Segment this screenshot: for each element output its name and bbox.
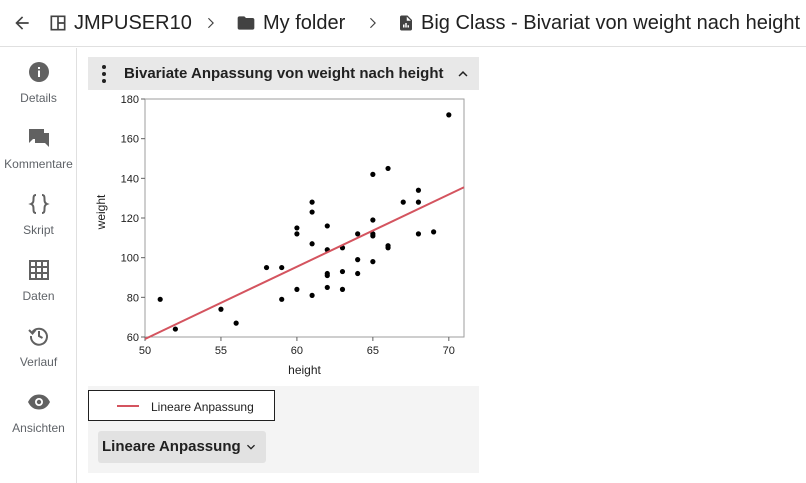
data-point (370, 217, 376, 223)
x-tick-label: 70 (443, 345, 455, 357)
breadcrumb-item-folder[interactable]: My folder (235, 9, 345, 37)
data-point (309, 199, 315, 205)
data-point (431, 229, 437, 235)
data-point (355, 231, 361, 237)
data-point (279, 296, 285, 302)
data-point (157, 296, 163, 302)
data-point (355, 257, 361, 263)
data-point (370, 171, 376, 177)
data-point (415, 199, 422, 205)
y-tick-label: 100 (121, 253, 139, 265)
history-icon (26, 323, 52, 349)
plot-frame (144, 98, 465, 338)
scatter-chart: 60 80 100 120 140 160 180 50 55 60 65 70 height we… (94, 94, 465, 377)
breadcrumb-label: My folder (263, 11, 346, 34)
data-point (294, 225, 300, 231)
data-point (385, 243, 391, 249)
x-axis-label: height (288, 363, 321, 377)
y-tick-label: 160 (121, 134, 139, 146)
sidebar-item-views[interactable]: Ansichten (0, 389, 77, 449)
sidebar: Details Kommentare Skript Daten Verlauf … (0, 48, 77, 483)
data-point (309, 292, 315, 298)
more-vert-icon[interactable] (98, 64, 110, 84)
data-point (324, 270, 330, 277)
panel-header: Bivariate Anpassung von weight nach heig… (88, 57, 479, 90)
data-point (400, 199, 406, 205)
info-icon (26, 59, 52, 85)
sidebar-item-label: Details (20, 91, 57, 105)
data-point (309, 241, 315, 247)
y-tick-label: 180 (121, 94, 139, 106)
y-tick-label: 80 (127, 292, 139, 304)
y-tick-label: 120 (121, 213, 139, 225)
sidebar-item-history[interactable]: Verlauf (0, 323, 77, 383)
data-point (294, 286, 300, 292)
sidebar-item-label: Kommentare (4, 157, 73, 171)
y-tick-label: 60 (127, 332, 139, 344)
data-point (415, 187, 422, 193)
legend-label: Lineare Anpassung (151, 400, 254, 414)
data-point (218, 306, 224, 312)
dashboard-icon (50, 15, 66, 31)
sidebar-item-label: Ansichten (12, 421, 65, 435)
data-point (294, 231, 300, 237)
data-point (279, 264, 285, 271)
eye-icon (26, 389, 52, 415)
chevron-right-icon (362, 13, 382, 33)
sidebar-item-data[interactable]: Daten (0, 257, 77, 317)
table-icon (26, 257, 52, 283)
code-braces-icon (26, 191, 52, 217)
data-point (172, 326, 178, 332)
breadcrumb-label: JMPUSER10 (74, 11, 192, 34)
y-tick-label: 140 (121, 173, 139, 185)
data-point (309, 209, 315, 215)
x-axis: 50 55 60 65 70 (139, 337, 455, 357)
data-point (233, 320, 239, 326)
linear-fit-label: Lineare Anpassung (102, 438, 241, 455)
sidebar-item-script[interactable]: Skript (0, 191, 77, 251)
legend-swatch (117, 405, 139, 407)
x-tick-label: 60 (291, 345, 303, 357)
chart-area: 60 80 100 120 140 160 180 50 55 60 65 70 height we… (88, 90, 479, 386)
data-point (370, 259, 376, 265)
sidebar-item-label: Daten (22, 289, 55, 303)
panel-title: Bivariate Anpassung von weight nach heig… (124, 65, 444, 82)
y-axis-label: weight (94, 194, 108, 230)
sidebar-item-comments[interactable]: Kommentare (0, 125, 77, 185)
comment-icon (26, 125, 52, 151)
data-point (385, 165, 391, 172)
data-point (339, 286, 346, 292)
x-tick-label: 50 (139, 345, 151, 357)
data-point (324, 223, 330, 229)
linear-fit-dropdown-button[interactable]: Lineare Anpassung (98, 431, 266, 463)
breadcrumb-item-report[interactable]: Big Class - Bivariat von weight nach hei… (397, 9, 800, 37)
data-point (355, 270, 361, 277)
legend: Lineare Anpassung (88, 390, 275, 421)
data-point (446, 112, 452, 118)
breadcrumb-item-root[interactable]: JMPUSER10 (48, 9, 192, 37)
back-arrow-icon[interactable] (11, 12, 33, 34)
chevron-right-icon (200, 13, 220, 33)
chevron-down-icon (247, 444, 255, 450)
breadcrumb-label: Big Class - Bivariat von weight nach hei… (421, 11, 801, 34)
chevron-up-icon[interactable] (454, 65, 472, 83)
sidebar-item-label: Skript (23, 223, 54, 237)
data-point (415, 231, 422, 237)
report-file-icon (400, 15, 412, 31)
data-point (339, 268, 346, 275)
x-tick-label: 55 (215, 345, 227, 357)
sidebar-item-details[interactable]: Details (0, 59, 77, 119)
data-point (263, 264, 270, 271)
x-tick-label: 65 (367, 345, 379, 357)
top-bar: JMPUSER10 My folder Big Class - Bivariat… (0, 0, 806, 47)
y-axis: 60 80 100 120 140 160 180 (121, 94, 145, 344)
data-point (324, 284, 330, 291)
sidebar-item-label: Verlauf (19, 355, 58, 369)
report-panel: Bivariate Anpassung von weight nach heig… (88, 57, 479, 473)
folder-icon (237, 16, 255, 30)
